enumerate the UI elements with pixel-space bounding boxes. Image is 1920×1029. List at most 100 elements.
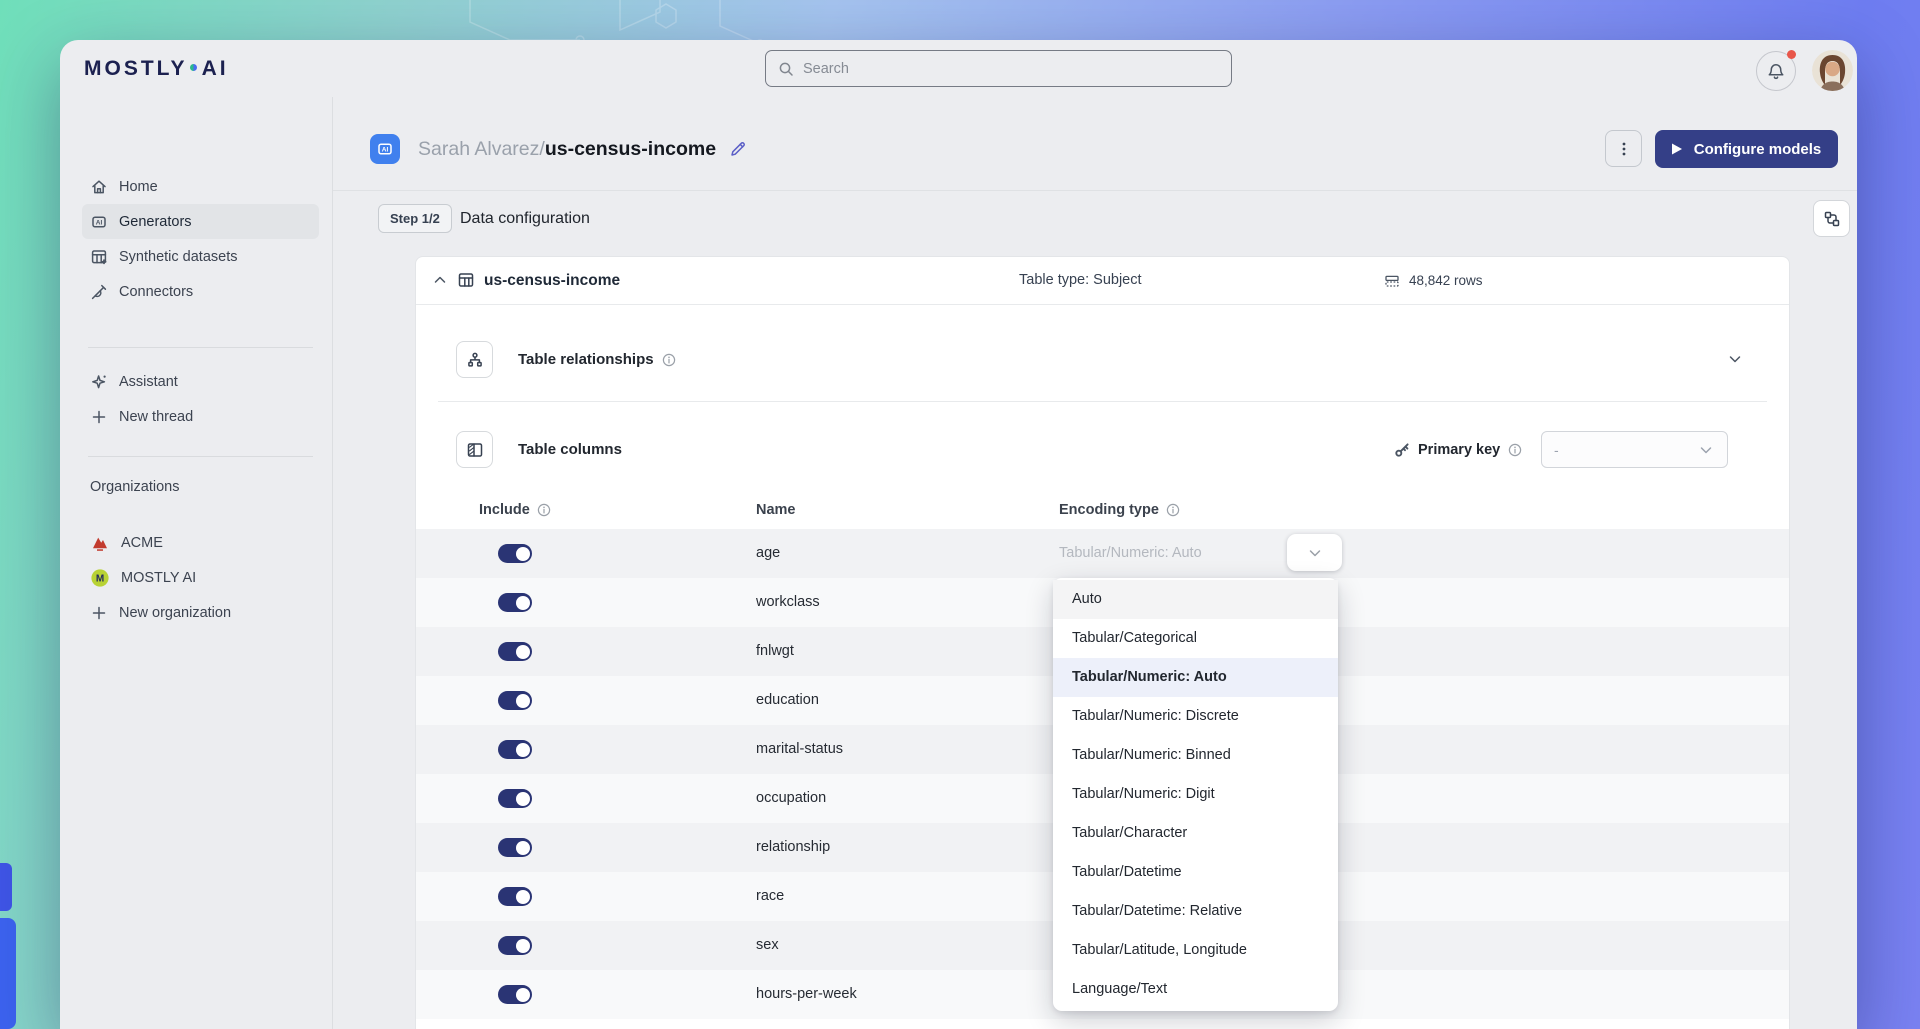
bell-icon: [1766, 62, 1786, 81]
sidebar-item-assistant[interactable]: Assistant: [82, 364, 319, 399]
sidebar-item-home[interactable]: Home: [82, 169, 319, 204]
topbar: MOSTLYAI: [60, 40, 1857, 97]
breadcrumb-owner: Sarah Alvarez/: [418, 138, 545, 161]
column-name: education: [756, 676, 819, 725]
encoding-dropdown: AutoTabular/CategoricalTabular/Numeric: …: [1053, 578, 1338, 1011]
logo-text: MOSTLY: [84, 57, 188, 81]
include-toggle[interactable]: [498, 887, 532, 906]
table-name: us-census-income: [484, 257, 620, 304]
generator-name: us-census-income: [545, 138, 716, 161]
column-name: fnlwgt: [756, 627, 794, 676]
step-badge: Step 1/2: [378, 204, 452, 233]
org-item-mostly-ai[interactable]: MMOSTLY AI: [82, 560, 319, 595]
ai-chip-icon: AI: [376, 140, 394, 158]
background-accent-bar: [0, 863, 12, 911]
column-name: workclass: [756, 578, 820, 627]
item-label: Home: [119, 179, 158, 195]
include-toggle[interactable]: [498, 936, 532, 955]
search-bar[interactable]: [765, 50, 1232, 87]
chevron-down-icon: [1306, 544, 1324, 562]
svg-text:M: M: [96, 573, 104, 584]
sidebar: Home AIGeneratorsSynthetic datasets Connec…: [60, 97, 333, 1029]
edit-name-button[interactable]: [729, 140, 747, 158]
columns-table-header: Include Name Encoding type: [416, 491, 1789, 529]
sidebar-main-nav: Home AIGeneratorsSynthetic datasets Connec…: [82, 169, 319, 309]
connector-icon: [90, 283, 108, 301]
sidebar-item-new-thread[interactable]: New thread: [82, 399, 319, 434]
include-toggle[interactable]: [498, 593, 532, 612]
info-icon: [662, 353, 676, 367]
ai-chip-icon: AI: [90, 213, 108, 231]
item-label: Connectors: [119, 284, 193, 300]
configure-models-button[interactable]: Configure models: [1655, 130, 1838, 168]
encoding-option-auto[interactable]: Auto: [1053, 580, 1338, 619]
relationships-iconbox: [456, 341, 493, 378]
encoding-select-trigger[interactable]: [1287, 534, 1342, 571]
relationships-section-label: Table relationships: [518, 341, 676, 378]
header-name: Name: [756, 491, 796, 529]
table-card: us-census-income Table type: Subject 48,…: [415, 256, 1790, 1029]
key-icon: [1394, 442, 1410, 458]
include-toggle[interactable]: [498, 740, 532, 759]
table-columns-icon: [466, 441, 484, 459]
model-configuration-button[interactable]: [1813, 200, 1850, 237]
encoding-value: Tabular/Numeric: Auto: [1059, 529, 1202, 578]
generator-type-icon: AI: [370, 134, 400, 164]
sidebar-item-generators[interactable]: AIGenerators: [82, 204, 319, 239]
columns-iconbox: [456, 431, 493, 468]
include-toggle[interactable]: [498, 789, 532, 808]
notification-badge: [1787, 50, 1796, 59]
notifications-button[interactable]: [1756, 51, 1796, 91]
table-row-age: age Tabular/Numeric: Auto: [416, 529, 1789, 578]
encoding-option-language-text[interactable]: Language/Text: [1053, 970, 1338, 1009]
organizations-label: Organizations: [90, 479, 179, 495]
encoding-option-tabular-numeric-digit[interactable]: Tabular/Numeric: Digit: [1053, 775, 1338, 814]
item-label: Assistant: [119, 374, 178, 390]
item-label: New thread: [119, 409, 193, 425]
info-icon: [1508, 443, 1522, 457]
kebab-icon: [1615, 140, 1633, 158]
column-name: race: [756, 872, 784, 921]
encoding-option-tabular-numeric-binned[interactable]: Tabular/Numeric: Binned: [1053, 736, 1338, 775]
encoding-option-tabular-latitude-longitude[interactable]: Tabular/Latitude, Longitude: [1053, 931, 1338, 970]
primary-key-value: -: [1554, 442, 1559, 458]
encoding-option-tabular-categorical[interactable]: Tabular/Categorical: [1053, 619, 1338, 658]
organizations-list: ACMEMMOSTLY AI New organization: [82, 525, 319, 630]
primary-key-select[interactable]: -: [1541, 431, 1728, 468]
item-label: New organization: [119, 605, 231, 621]
sidebar-item-connectors[interactable]: Connectors: [82, 274, 319, 309]
column-name: sex: [756, 921, 779, 970]
include-toggle[interactable]: [498, 544, 532, 563]
divider: [88, 456, 313, 457]
include-toggle[interactable]: [498, 691, 532, 710]
acme-logo-icon: [90, 533, 110, 553]
search-icon: [778, 61, 794, 77]
encoding-option-tabular-datetime[interactable]: Tabular/Datetime: [1053, 853, 1338, 892]
encoding-option-tabular-datetime-relative[interactable]: Tabular/Datetime: Relative: [1053, 892, 1338, 931]
column-name: age: [756, 529, 780, 578]
divider: [88, 347, 313, 348]
info-icon: [1166, 503, 1180, 517]
divider: [416, 304, 1789, 305]
include-toggle[interactable]: [498, 838, 532, 857]
more-actions-button[interactable]: [1605, 130, 1642, 167]
collapse-table-button[interactable]: [431, 271, 449, 289]
include-toggle[interactable]: [498, 642, 532, 661]
app-window: MOSTLYAI HomeAIGeneratorsSynthetic d: [60, 40, 1857, 1029]
desktop-background: MOSTLYAI HomeAIGeneratorsSynthetic d: [0, 0, 1920, 1029]
sidebar-item-synthetic-datasets[interactable]: Synthetic datasets: [82, 239, 319, 274]
include-toggle[interactable]: [498, 985, 532, 1004]
home-icon: [90, 178, 108, 196]
encoding-option-tabular-numeric-discrete[interactable]: Tabular/Numeric: Discrete: [1053, 697, 1338, 736]
logo-dot-icon: [190, 64, 197, 71]
divider: [333, 190, 1857, 191]
encoding-option-tabular-numeric-auto[interactable]: Tabular/Numeric: Auto: [1053, 658, 1338, 697]
user-avatar[interactable]: [1812, 50, 1853, 91]
org-item-acme[interactable]: ACME: [82, 525, 319, 560]
org-item-new-organization[interactable]: New organization: [82, 595, 319, 630]
search-input[interactable]: [803, 61, 1219, 77]
background-accent-bar: [0, 918, 16, 1029]
hierarchy-icon: [466, 351, 484, 369]
expand-relationships-button[interactable]: [1726, 350, 1744, 368]
encoding-option-tabular-character[interactable]: Tabular/Character: [1053, 814, 1338, 853]
